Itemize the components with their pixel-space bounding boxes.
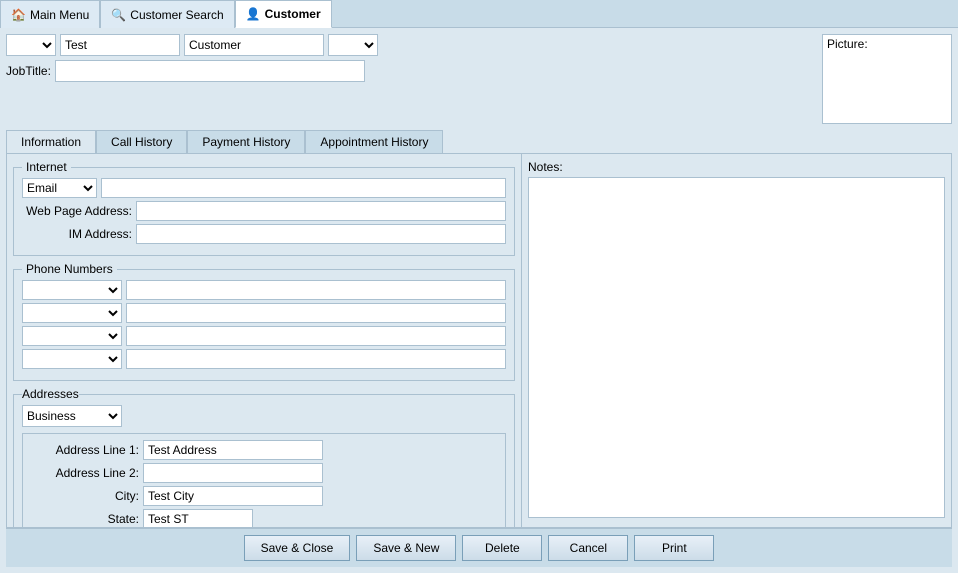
phone-type-1[interactable]: HomeWorkMobileFax	[22, 280, 122, 300]
main-menu-icon: 🏠	[11, 8, 26, 22]
section-tabs: Information Call History Payment History…	[6, 130, 952, 153]
webpage-row: Web Page Address:	[22, 201, 506, 221]
phone-type-2[interactable]: HomeWorkMobileFax	[22, 303, 122, 323]
tab-call-history-label: Call History	[111, 135, 172, 149]
phone-numbers-legend: Phone Numbers	[22, 262, 117, 276]
address-line2-input[interactable]	[143, 463, 323, 483]
city-row: City:	[29, 486, 499, 506]
address-type-row: Business Home Other	[22, 405, 506, 427]
content-panel: Internet Email Work Email Home Email Web…	[6, 153, 952, 528]
phone-type-3[interactable]: HomeWorkMobileFax	[22, 326, 122, 346]
right-panel: Notes:	[521, 154, 951, 527]
email-type-select[interactable]: Email Work Email Home Email	[22, 178, 97, 198]
im-row: IM Address:	[22, 224, 506, 244]
bottom-toolbar: Save & Close Save & New Delete Cancel Pr…	[6, 528, 952, 567]
save-close-button[interactable]: Save & Close	[244, 535, 351, 561]
tab-main-menu-label: Main Menu	[30, 8, 89, 22]
customer-tab-icon: 👤	[246, 7, 261, 21]
left-panel: Internet Email Work Email Home Email Web…	[7, 154, 521, 527]
tab-appointment-history-label: Appointment History	[320, 135, 428, 149]
delete-button[interactable]: Delete	[462, 535, 542, 561]
address-line1-row: Address Line 1:	[29, 440, 499, 460]
last-name-input[interactable]	[184, 34, 324, 56]
tab-payment-history[interactable]: Payment History	[187, 130, 305, 153]
tab-information[interactable]: Information	[6, 130, 96, 153]
picture-area	[823, 53, 951, 123]
customer-search-icon: 🔍	[111, 8, 126, 22]
name-suffix-select[interactable]: Jr. Sr. II III	[328, 34, 378, 56]
tab-payment-history-label: Payment History	[202, 135, 290, 149]
tab-customer-search-label: Customer Search	[130, 8, 223, 22]
email-input[interactable]	[101, 178, 506, 198]
state-row: State:	[29, 509, 499, 527]
tab-information-label: Information	[21, 135, 81, 149]
main-content: Mr. Mrs. Ms. Dr. Jr. Sr. II III JobTitle…	[0, 28, 958, 573]
addresses-group: Addresses Business Home Other Address Li…	[13, 387, 515, 527]
address-line2-row: Address Line 2:	[29, 463, 499, 483]
internet-legend: Internet	[22, 160, 71, 174]
notes-label: Notes:	[528, 160, 945, 174]
tab-appointment-history[interactable]: Appointment History	[305, 130, 443, 153]
phone-numbers-group: Phone Numbers HomeWorkMobileFax HomeWork…	[13, 262, 515, 381]
title-bar: 🏠 Main Menu 🔍 Customer Search 👤 Customer	[0, 0, 958, 28]
jobtitle-row: JobTitle:	[6, 60, 816, 82]
top-form: Mr. Mrs. Ms. Dr. Jr. Sr. II III JobTitle…	[6, 34, 952, 124]
phone-number-2[interactable]	[126, 303, 506, 323]
tab-customer-label: Customer	[265, 7, 321, 21]
phone-number-4[interactable]	[126, 349, 506, 369]
addresses-legend: Addresses	[22, 387, 79, 401]
top-form-left: Mr. Mrs. Ms. Dr. Jr. Sr. II III JobTitle…	[6, 34, 816, 82]
picture-label: Picture:	[823, 35, 872, 53]
phone-row-2: HomeWorkMobileFax	[22, 303, 506, 323]
webpage-input[interactable]	[136, 201, 506, 221]
email-row: Email Work Email Home Email	[22, 178, 506, 198]
jobtitle-input[interactable]	[55, 60, 365, 82]
picture-box: Picture:	[822, 34, 952, 124]
jobtitle-label: JobTitle:	[6, 64, 51, 78]
phone-row-1: HomeWorkMobileFax	[22, 280, 506, 300]
webpage-label: Web Page Address:	[22, 204, 132, 218]
address-line2-label: Address Line 2:	[29, 466, 139, 480]
tab-customer-search[interactable]: 🔍 Customer Search	[100, 0, 234, 28]
city-label: City:	[29, 489, 139, 503]
state-label: State:	[29, 512, 139, 526]
tab-main-menu[interactable]: 🏠 Main Menu	[0, 0, 100, 28]
first-name-input[interactable]	[60, 34, 180, 56]
address-line1-input[interactable]	[143, 440, 323, 460]
city-input[interactable]	[143, 486, 323, 506]
phone-number-3[interactable]	[126, 326, 506, 346]
address-type-select[interactable]: Business Home Other	[22, 405, 122, 427]
save-new-button[interactable]: Save & New	[356, 535, 456, 561]
phone-number-1[interactable]	[126, 280, 506, 300]
notes-textarea[interactable]	[528, 177, 945, 518]
phone-row-3: HomeWorkMobileFax	[22, 326, 506, 346]
tab-customer[interactable]: 👤 Customer	[235, 0, 332, 28]
im-label: IM Address:	[22, 227, 132, 241]
address-form: Address Line 1: Address Line 2: City: St…	[22, 433, 506, 527]
tab-call-history[interactable]: Call History	[96, 130, 187, 153]
name-row: Mr. Mrs. Ms. Dr. Jr. Sr. II III	[6, 34, 816, 56]
address-line1-label: Address Line 1:	[29, 443, 139, 457]
print-button[interactable]: Print	[634, 535, 714, 561]
phone-type-4[interactable]: HomeWorkMobileFax	[22, 349, 122, 369]
name-prefix-select[interactable]: Mr. Mrs. Ms. Dr.	[6, 34, 56, 56]
internet-group: Internet Email Work Email Home Email Web…	[13, 160, 515, 256]
cancel-button[interactable]: Cancel	[548, 535, 628, 561]
phone-row-4: HomeWorkMobileFax	[22, 349, 506, 369]
im-input[interactable]	[136, 224, 506, 244]
state-input[interactable]	[143, 509, 253, 527]
